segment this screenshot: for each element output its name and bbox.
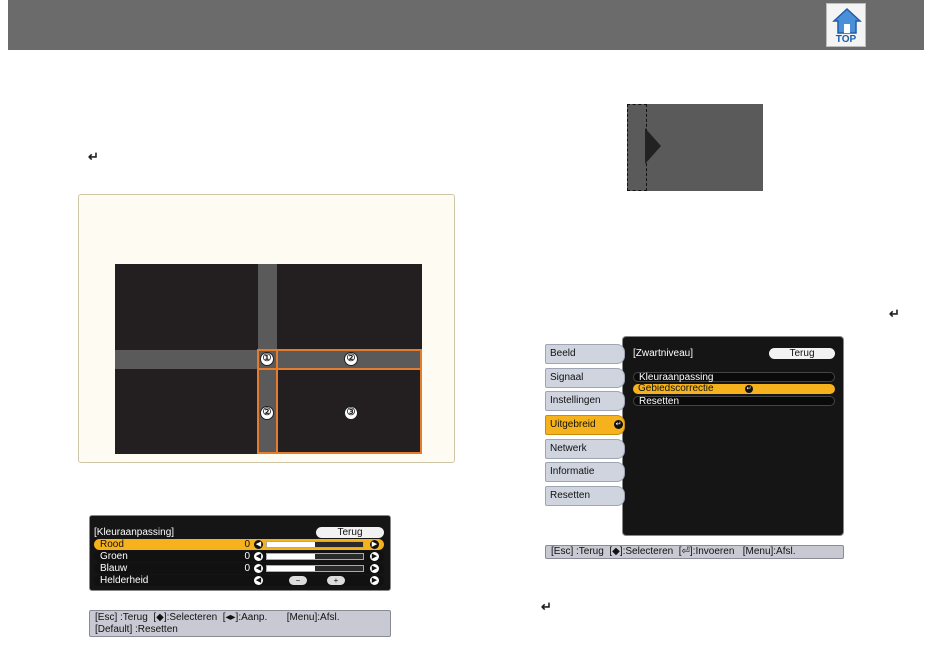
enter-icon: ↵ — [88, 149, 99, 164]
tab-label: Uitgebreid — [550, 419, 596, 430]
row-label: Blauw — [100, 563, 128, 574]
hint-line-2: [Default] :Resetten — [95, 624, 178, 635]
slider-fill — [267, 566, 315, 571]
home-icon — [832, 7, 862, 34]
marker-2: ② — [344, 352, 358, 366]
tab-resetten[interactable]: Resetten — [545, 486, 625, 506]
arrow-left-icon[interactable]: ◀ — [254, 552, 263, 561]
plus-button[interactable]: + — [327, 576, 345, 585]
key-hint-bar: [Esc] :Terug [◆]:Selecteren [◂▸]:Aanp. [… — [89, 610, 391, 637]
tab-netwerk[interactable]: Netwerk — [545, 439, 625, 459]
tab-signaal[interactable]: Signaal — [545, 368, 625, 388]
menu-item-gebiedscorrectie[interactable]: Gebiedscorrectie ↵ — [633, 384, 835, 394]
arrow-left-icon[interactable]: ◀ — [254, 540, 263, 549]
back-button[interactable]: Terug — [769, 348, 835, 359]
minus-button[interactable]: − — [289, 576, 307, 585]
row-label: Groen — [100, 551, 128, 562]
top-label: TOP — [835, 34, 857, 45]
arrow-left-icon[interactable]: ◀ — [254, 564, 263, 573]
row-red[interactable]: Rood 0 ◀ ▶ — [94, 539, 384, 550]
enter-icon: ↵ — [889, 306, 900, 321]
back-button[interactable]: Terug — [316, 527, 384, 538]
arrow-left-icon[interactable]: ◀ — [254, 576, 263, 585]
level-slider[interactable] — [266, 553, 364, 560]
submenu-panel — [622, 336, 844, 536]
menu-item-kleuraanpassing[interactable]: Kleuraanpassing — [633, 372, 835, 383]
row-green[interactable]: Groen 0 ◀ ▶ — [94, 551, 384, 562]
row-value: 0 — [244, 563, 250, 574]
enter-icon: ↵ — [614, 420, 623, 429]
row-label: Rood — [100, 539, 124, 550]
header-bar — [8, 0, 924, 50]
arrow-right-icon[interactable]: ▶ — [370, 552, 379, 561]
tab-beeld[interactable]: Beeld — [545, 344, 625, 364]
level-slider[interactable] — [266, 565, 364, 572]
slider-fill — [267, 542, 315, 547]
row-value: 0 — [244, 539, 250, 550]
row-brightness[interactable]: Helderheid ◀ − + ▶ — [94, 575, 384, 586]
menu-item-resetten[interactable]: Resetten — [633, 396, 835, 407]
arrow-right-icon[interactable]: ▶ — [370, 564, 379, 573]
key-hint-bar: [Esc] :Terug [◆]:Selecteren [⏎]:Invoeren… — [545, 545, 844, 559]
marker-2: ② — [260, 406, 274, 420]
level-slider[interactable] — [266, 541, 364, 548]
submenu-title: [Zwartniveau] — [633, 348, 694, 359]
hint-line-1: [Esc] :Terug [◆]:Selecteren [◂▸]:Aanp. [… — [95, 612, 340, 623]
enter-icon: ↵ — [541, 599, 552, 614]
arrow-right-icon[interactable]: ▶ — [370, 576, 379, 585]
slider-fill — [267, 554, 315, 559]
tab-informatie[interactable]: Informatie — [545, 462, 625, 482]
arrow-right-icon[interactable]: ▶ — [370, 540, 379, 549]
marker-3: ③ — [344, 406, 358, 420]
arrow-right-icon — [645, 128, 661, 164]
marker-1: ① — [260, 352, 274, 366]
top-link-button[interactable]: TOP — [826, 3, 866, 47]
row-label: Helderheid — [100, 575, 149, 586]
row-value: 0 — [244, 551, 250, 562]
row-blue[interactable]: Blauw 0 ◀ ▶ — [94, 563, 384, 574]
tab-uitgebreid[interactable]: Uitgebreid ↵ — [545, 415, 625, 435]
menu-title: [Kleuraanpassing] — [94, 527, 175, 538]
preview-edge-region — [627, 104, 647, 191]
tab-instellingen[interactable]: Instellingen — [545, 391, 625, 411]
enter-icon: ↵ — [745, 385, 753, 393]
menu-item-label: Gebiedscorrectie — [638, 383, 714, 394]
